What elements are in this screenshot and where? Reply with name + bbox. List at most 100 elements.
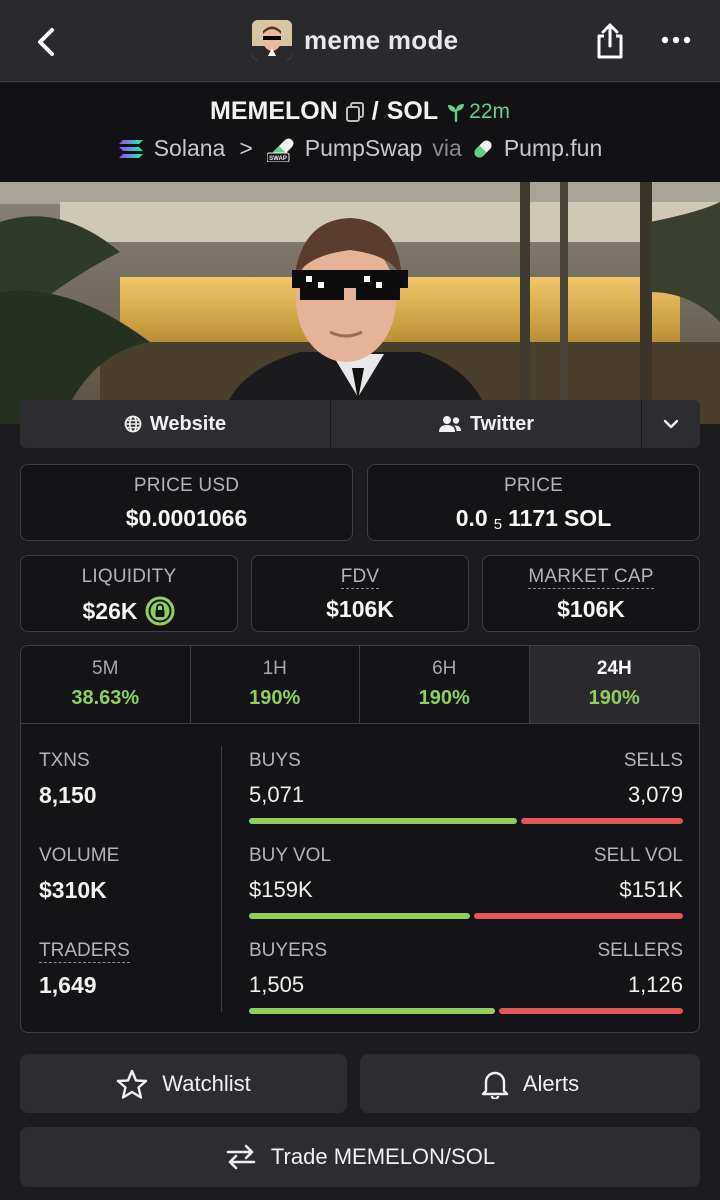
price-usd-card: PRICE USD $0.0001066 — [20, 464, 353, 541]
chain-link[interactable]: Solana — [154, 135, 226, 162]
volume-label: VOLUME — [39, 845, 120, 866]
dex-link[interactable]: PumpSwap — [305, 135, 423, 162]
buys-value: 5,071 — [249, 782, 305, 807]
links-dropdown-button[interactable] — [642, 400, 700, 448]
copy-icon[interactable] — [345, 101, 364, 122]
buys-sells-stat: BUYS SELLS 5,071 3,079 — [249, 750, 683, 824]
buy-sell-volume-bar — [249, 913, 683, 919]
volume-stat: VOLUME $310K — [39, 845, 119, 904]
share-icon — [597, 23, 623, 59]
tab-24h[interactable]: 24H 190% — [529, 646, 699, 723]
website-label: Website — [149, 412, 227, 435]
star-icon — [117, 1069, 148, 1099]
tab-label: 1H — [262, 658, 287, 679]
stats-divider — [221, 746, 222, 1012]
globe-icon — [124, 415, 142, 433]
market-cap-value: $106K — [557, 596, 625, 622]
chevron-down-icon — [663, 419, 679, 429]
tab-label: 6H — [432, 658, 457, 679]
pair-age: 22m — [446, 100, 510, 124]
top-bar: meme mode — [0, 0, 720, 82]
buy-vol-label: BUY VOL — [249, 845, 332, 866]
sells-value: 3,079 — [627, 782, 683, 807]
buys-bar — [249, 818, 517, 824]
quote-token: SOL — [386, 97, 439, 125]
more-icon — [661, 36, 691, 44]
trade-button[interactable]: Trade MEMELON/SOL — [20, 1127, 700, 1187]
tab-label: 5M — [92, 658, 119, 679]
buyers-sellers-bar — [249, 1008, 683, 1014]
bell-icon — [481, 1071, 509, 1099]
back-button[interactable] — [26, 22, 66, 62]
tab-6h[interactable]: 6H 190% — [360, 646, 530, 723]
twitter-label: Twitter — [469, 412, 535, 435]
sells-bar — [521, 818, 683, 824]
users-icon — [438, 416, 461, 432]
price-native-label: PRICE — [503, 475, 564, 496]
fdv-label[interactable]: FDV — [340, 566, 380, 589]
buy-vol-value: $159K — [249, 877, 313, 902]
buyers-bar — [249, 1008, 495, 1014]
price-native-zero-count: 5 — [493, 516, 503, 533]
sprout-icon — [448, 103, 465, 122]
buys-label: BUYS — [249, 750, 301, 771]
buy-sell-volume-stat: BUY VOL SELL VOL $159K $151K — [249, 845, 683, 919]
watchlist-button[interactable]: Watchlist — [20, 1054, 347, 1113]
sell-vol-value: $151K — [619, 877, 683, 902]
solana-icon — [118, 139, 143, 158]
alerts-label: Alerts — [522, 1070, 580, 1096]
price-native-unit: SOL — [563, 505, 612, 531]
price-usd-value: $0.0001066 — [125, 505, 248, 531]
tab-5m[interactable]: 5M 38.63% — [21, 646, 191, 723]
txns-stat: TXNS 8,150 — [39, 750, 97, 809]
alerts-button[interactable]: Alerts — [360, 1054, 700, 1113]
share-button[interactable] — [590, 20, 630, 62]
market-cap-label[interactable]: MARKET CAP — [528, 566, 654, 589]
website-button[interactable]: Website — [20, 400, 331, 448]
route-line: Solana > SWAP PumpSwap via Pump.fun — [0, 135, 720, 162]
pumpswap-icon-text: SWAP — [269, 156, 287, 162]
buyers-label: BUYERS — [249, 940, 328, 961]
liquidity-label: LIQUIDITY — [81, 566, 177, 587]
tab-change: 190% — [249, 687, 301, 709]
buys-sells-bar — [249, 818, 683, 824]
fdv-card: FDV $106K — [251, 555, 469, 632]
volume-value: $310K — [39, 877, 107, 903]
traders-value: 1,649 — [39, 972, 97, 998]
price-usd-label: PRICE USD — [133, 475, 240, 496]
pumpswap-icon: SWAP — [266, 138, 294, 162]
timeframe-tabs: 5M 38.63% 1H 190% 6H 190% 24H 190% — [21, 646, 699, 724]
tab-1h[interactable]: 1H 190% — [191, 646, 360, 723]
via-text: via — [432, 135, 462, 161]
tab-label: 24H — [596, 658, 632, 679]
trade-label: Trade MEMELON/SOL — [270, 1144, 496, 1169]
age-text: 22m — [469, 99, 510, 123]
txns-value: 8,150 — [39, 782, 97, 808]
sellers-value: 1,126 — [627, 972, 683, 997]
price-native-value: 0.0 5 1171 SOL — [368, 505, 699, 533]
sell-vol-label: SELL VOL — [593, 845, 683, 866]
base-token: MEMELON — [210, 97, 338, 125]
social-links-bar: Website Twitter — [20, 400, 700, 448]
buyers-sellers-stat: BUYERS SELLERS 1,505 1,126 — [249, 940, 683, 1014]
txns-label: TXNS — [39, 750, 90, 771]
tab-change: 38.63% — [71, 687, 140, 709]
traders-label[interactable]: TRADERS — [39, 940, 130, 963]
traders-stat: TRADERS 1,649 — [39, 940, 130, 999]
price-native-digits: 1171 — [508, 505, 558, 531]
more-button[interactable] — [656, 24, 696, 56]
price-native-card: PRICE 0.0 5 1171 SOL — [367, 464, 700, 541]
sellers-label: SELLERS — [597, 940, 683, 961]
liquidity-card: LIQUIDITY $26K — [20, 555, 238, 632]
token-banner-image — [0, 182, 720, 424]
sell-vol-bar — [474, 913, 683, 919]
twitter-button[interactable]: Twitter — [331, 400, 642, 448]
pair-header: MEMELON / SOL 22m Solana > SWAP PumpSwap… — [0, 83, 720, 182]
pill-icon — [474, 139, 492, 158]
lock-icon[interactable] — [145, 596, 175, 626]
pair-separator: / — [371, 97, 379, 125]
liquidity-value-row: $26K — [21, 596, 237, 626]
launchpad-link[interactable]: Pump.fun — [504, 135, 602, 162]
stats-panel: 5M 38.63% 1H 190% 6H 190% 24H 190% TXNS … — [20, 645, 700, 1033]
fdv-value: $106K — [326, 596, 394, 622]
